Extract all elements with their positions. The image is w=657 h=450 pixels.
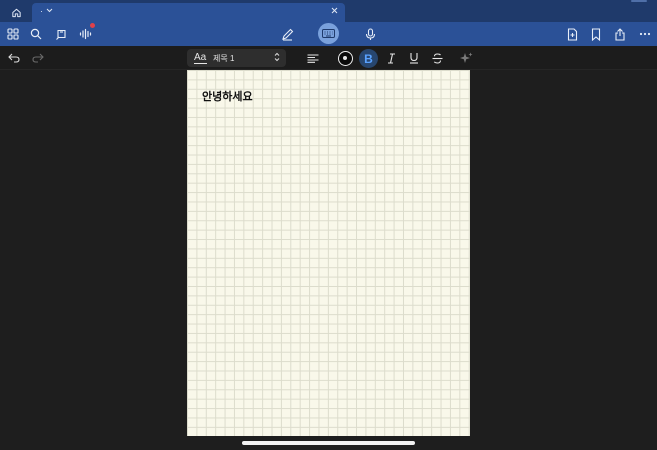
redo-icon[interactable] <box>28 47 48 69</box>
chevron-down-icon[interactable] <box>46 8 53 13</box>
bold-button[interactable]: B <box>359 49 378 68</box>
updown-chevron-icon <box>274 52 280 62</box>
note-page[interactable]: 안녕하세요 <box>187 70 470 436</box>
share-icon[interactable] <box>609 22 631 46</box>
sparkle-icon[interactable] <box>456 47 476 69</box>
style-preview-underline <box>194 63 207 64</box>
undo-icon[interactable] <box>4 47 24 69</box>
italic-icon[interactable] <box>381 47 401 69</box>
recording-indicator-dot <box>90 23 95 28</box>
note-heading-text[interactable]: 안녕하세요 <box>202 88 253 104</box>
document-tab[interactable]: · <box>32 3 345 22</box>
style-preview: Aa <box>194 52 207 63</box>
document-tab-title: · <box>40 6 43 16</box>
search-icon[interactable] <box>25 22 47 46</box>
microphone-icon[interactable] <box>359 22 381 46</box>
window-edge-indicator <box>631 0 647 2</box>
bookmark-icon[interactable] <box>585 22 607 46</box>
new-page-icon[interactable] <box>561 22 583 46</box>
home-indicator-bar[interactable] <box>242 441 415 445</box>
close-tab-icon[interactable] <box>331 7 338 14</box>
underline-icon[interactable] <box>404 47 424 69</box>
grid-icon[interactable] <box>2 22 24 46</box>
tab-bar: · <box>0 0 657 22</box>
align-left-icon[interactable] <box>303 47 323 69</box>
strikethrough-icon[interactable] <box>427 47 447 69</box>
pen-icon[interactable] <box>276 22 298 46</box>
format-bar <box>0 46 657 70</box>
style-name: 제목 1 <box>213 54 235 63</box>
paragraph-style-select[interactable]: Aa 제목 1 <box>187 49 286 67</box>
keyboard-icon[interactable] <box>318 23 339 44</box>
text-color-button[interactable] <box>338 51 353 66</box>
home-icon[interactable] <box>4 3 28 21</box>
lasso-icon[interactable] <box>50 22 72 46</box>
more-icon[interactable] <box>634 22 656 46</box>
